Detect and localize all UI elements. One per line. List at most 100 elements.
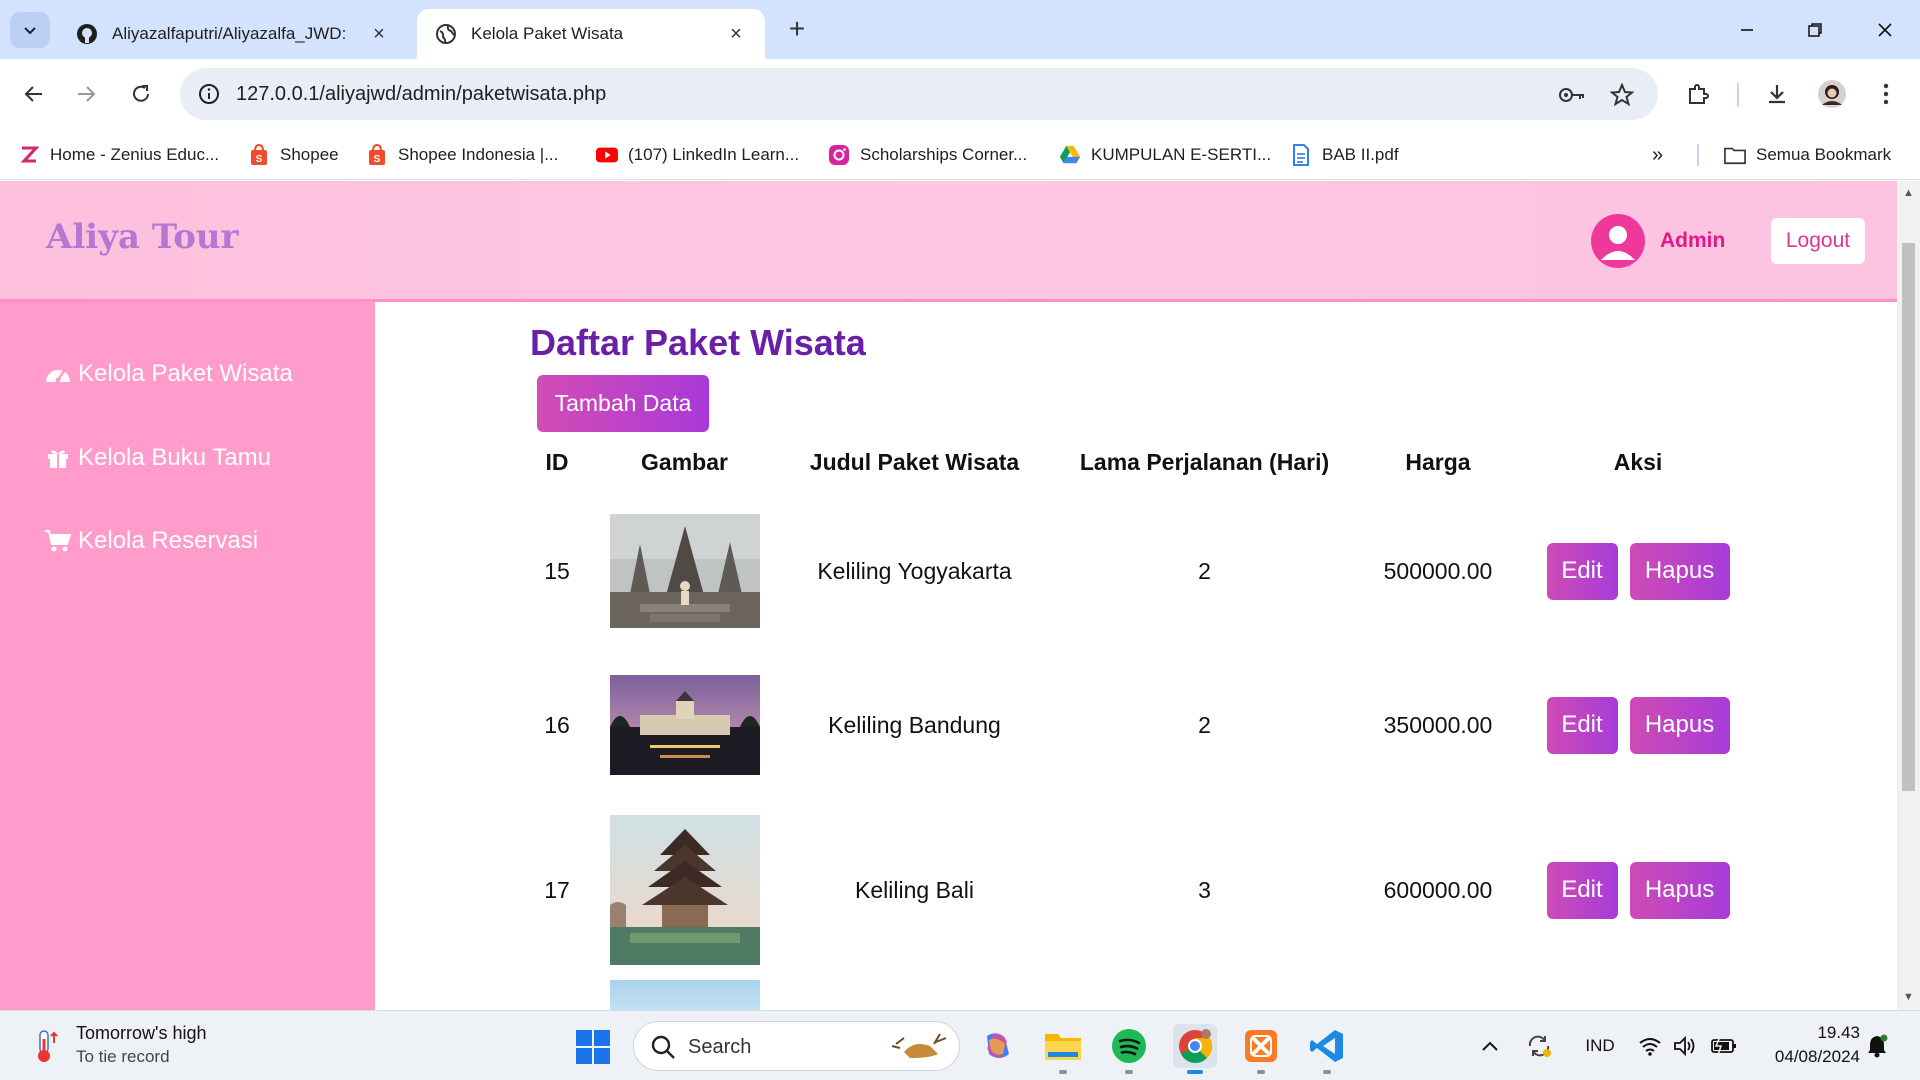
address-bar[interactable]: 127.0.0.1/aliyajwd/admin/paketwisata.php <box>180 68 1658 120</box>
bookmark-label: Home - Zenius Educ... <box>50 145 220 164</box>
tab-github[interactable]: Aliyazalfaputri/Aliyazalfa_JWD: × <box>58 9 408 59</box>
bookmark-label: Shopee <box>280 145 339 164</box>
bookmark-shopee[interactable]: S Shopee <box>248 142 339 168</box>
back-button[interactable] <box>16 76 52 112</box>
restore-icon <box>1808 23 1822 37</box>
cell-judul: Keliling Yogyakarta <box>817 557 1012 584</box>
copilot-app-icon[interactable] <box>975 1024 1019 1068</box>
main-content: Daftar Paket Wisata Tambah Data ID Gamba… <box>375 302 1897 1010</box>
bookmark-shopee-indonesia[interactable]: S Shopee Indonesia |... <box>366 142 558 168</box>
edit-button[interactable]: Edit <box>1546 861 1618 919</box>
hapus-button[interactable]: Hapus <box>1629 696 1730 754</box>
bookmarks-overflow-button[interactable]: » <box>1652 142 1663 168</box>
hapus-button[interactable]: Hapus <box>1629 542 1730 600</box>
edit-button[interactable]: Edit <box>1546 696 1618 754</box>
sync-icon[interactable] <box>1525 1033 1553 1059</box>
weather-title[interactable]: Tomorrow's high <box>76 1023 206 1044</box>
bookmark-star-icon[interactable] <box>1605 78 1639 112</box>
bookmark-label: (107) LinkedIn Learn... <box>628 145 800 164</box>
bookmark-kumpulan-e-sertifikat[interactable]: KUMPULAN E-SERTI... <box>1059 142 1271 168</box>
running-indicator <box>1125 1070 1133 1074</box>
page-scrollbar[interactable]: ▲ ▼ <box>1897 181 1920 1010</box>
vscode-app-icon[interactable] <box>1305 1024 1349 1074</box>
gift-icon <box>44 444 72 472</box>
reload-icon <box>133 85 149 102</box>
bookmark-scholarships-corner[interactable]: Scholarships Corner... <box>828 142 1027 168</box>
clock-time: 19.43 <box>1817 1023 1860 1042</box>
site-info-icon[interactable] <box>192 77 226 111</box>
site-header: Aliya Tour Admin Logout <box>0 181 1897 302</box>
restore-button[interactable] <box>1790 10 1840 50</box>
running-indicator <box>1323 1070 1331 1074</box>
chrome-app-icon[interactable] <box>1173 1024 1217 1074</box>
notification-bell-icon[interactable] <box>1864 1033 1890 1059</box>
password-key-icon[interactable] <box>1555 78 1589 112</box>
tambah-data-button[interactable]: Tambah Data <box>537 375 709 432</box>
thermometer-icon[interactable] <box>30 1029 60 1063</box>
downloads-button[interactable] <box>1759 76 1795 112</box>
url-text[interactable]: 127.0.0.1/aliyajwd/admin/paketwisata.php <box>236 83 606 106</box>
show-hidden-icons-chevron-up-icon[interactable] <box>1478 1033 1502 1059</box>
tab-kelola-paket-wisata[interactable]: Kelola Paket Wisata × <box>417 9 765 59</box>
profile-avatar[interactable] <box>1814 76 1850 112</box>
xampp-app-icon[interactable] <box>1239 1024 1283 1074</box>
brand-logo-text[interactable]: Aliya Tour <box>46 217 239 257</box>
cell-lama: 2 <box>1198 711 1211 738</box>
table-row: 17 Keliling Bali 3 600000.00 Edit Hapus <box>527 800 1762 980</box>
column-header-lama: Lama Perjalanan (Hari) <box>1079 448 1330 475</box>
scroll-up-arrow-icon[interactable]: ▲ <box>1903 187 1914 199</box>
taskbar-search[interactable]: Search <box>633 1021 960 1071</box>
city-hall-photo <box>609 675 760 775</box>
bookmark-zenius[interactable]: Home - Zenius Educ... <box>18 142 219 168</box>
bookmarks-divider <box>1697 144 1699 166</box>
cell-aksi: Edit Hapus <box>1514 650 1762 800</box>
spotify-app-icon[interactable] <box>1107 1024 1151 1074</box>
edit-button[interactable]: Edit <box>1546 542 1618 600</box>
bookmark-linkedin-learning[interactable]: (107) LinkedIn Learn... <box>596 142 799 168</box>
minimize-button[interactable] <box>1722 10 1772 50</box>
sidebar-item-kelola-reservasi[interactable]: Kelola Reservasi <box>44 524 258 558</box>
extensions-button[interactable] <box>1680 76 1716 112</box>
language-indicator[interactable]: IND <box>1580 1033 1620 1059</box>
sidebar-item-label: Kelola Paket Wisata <box>78 360 293 387</box>
photo-thumbnail-partial <box>609 980 760 1010</box>
close-icon[interactable]: × <box>368 23 390 45</box>
table-row: 16 Keliling Bandung 2 350000.00 Edit Hap… <box>527 650 1762 800</box>
close-icon[interactable]: × <box>725 23 747 45</box>
battery-icon[interactable] <box>1710 1033 1738 1059</box>
folder-icon <box>1724 144 1746 166</box>
scroll-down-arrow-icon[interactable]: ▼ <box>1903 991 1914 1003</box>
bookmark-bab-ii-pdf[interactable]: BAB II.pdf <box>1290 142 1399 168</box>
github-icon <box>76 23 98 45</box>
new-tab-button[interactable]: + <box>782 13 812 44</box>
all-bookmarks-folder[interactable]: Semua Bookmark <box>1724 142 1891 168</box>
system-clock[interactable]: 19.43 04/08/2024 <box>1750 1021 1860 1069</box>
sidebar: Kelola Paket Wisata Kelola Buku Tamu Kel… <box>0 302 375 1010</box>
weather-subtitle[interactable]: To tie record <box>76 1047 170 1067</box>
bookmark-label: Shopee Indonesia |... <box>398 145 559 164</box>
scrollbar-thumb[interactable] <box>1902 243 1915 791</box>
wifi-icon[interactable] <box>1637 1033 1663 1059</box>
hapus-button[interactable]: Hapus <box>1629 861 1730 919</box>
shopee-icon: S <box>248 144 270 166</box>
search-icon <box>650 1034 676 1060</box>
table-row: 15 Keliling Yogyakarta 2 500000.00 Edit … <box>527 492 1762 650</box>
column-header-harga: Harga <box>1405 448 1471 475</box>
tab-search-button[interactable] <box>10 12 50 48</box>
running-indicator <box>1257 1070 1265 1074</box>
volume-icon[interactable] <box>1673 1033 1697 1059</box>
chrome-menu-button[interactable] <box>1868 76 1904 112</box>
logout-button[interactable]: Logout <box>1771 218 1865 264</box>
reload-button[interactable] <box>123 76 159 112</box>
table-header-row: ID Gambar Judul Paket Wisata Lama Perjal… <box>527 432 1762 492</box>
window-close-button[interactable] <box>1860 10 1910 50</box>
sidebar-item-kelola-buku-tamu[interactable]: Kelola Buku Tamu <box>44 441 271 475</box>
globe-icon <box>435 23 457 45</box>
windows-start-icon[interactable] <box>575 1029 611 1065</box>
forward-button[interactable] <box>68 76 104 112</box>
file-explorer-app-icon[interactable] <box>1041 1024 1085 1074</box>
document-icon <box>1290 144 1312 166</box>
sidebar-item-kelola-paket-wisata[interactable]: Kelola Paket Wisata <box>44 357 293 391</box>
bookmarks-bar: Home - Zenius Educ... S Shopee S Shopee … <box>0 130 1920 180</box>
cell-id: 16 <box>544 711 570 738</box>
